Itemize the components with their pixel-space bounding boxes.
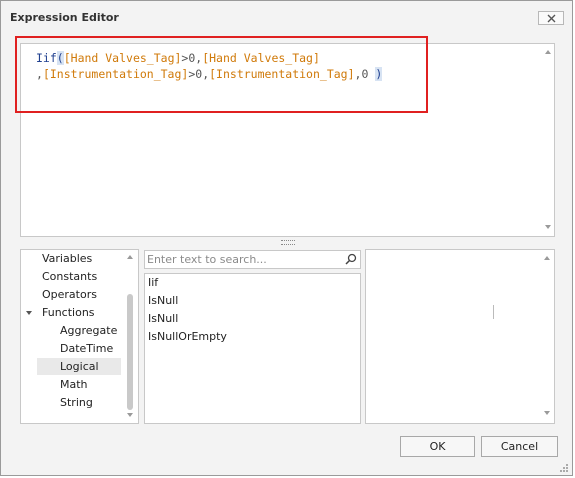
- close-icon: [547, 14, 556, 23]
- tree-item-logical[interactable]: Logical: [60, 360, 99, 373]
- scroll-up-icon[interactable]: [545, 50, 551, 54]
- category-scrollbar[interactable]: [126, 252, 135, 421]
- annotation-highlight-box: [15, 36, 428, 113]
- list-item[interactable]: IsNullOrEmpty: [148, 330, 227, 343]
- search-icon[interactable]: [345, 253, 357, 265]
- scroll-down-icon[interactable]: [127, 413, 133, 417]
- list-item[interactable]: IsNull: [148, 312, 178, 325]
- splitter-handle[interactable]: [281, 240, 295, 245]
- tree-item-operators[interactable]: Operators: [42, 288, 97, 301]
- collapse-arrow-icon[interactable]: [25, 310, 33, 316]
- cancel-button[interactable]: Cancel: [481, 436, 558, 457]
- tree-item-aggregate[interactable]: Aggregate: [60, 324, 117, 337]
- tree-item-math[interactable]: Math: [60, 378, 88, 391]
- close-button[interactable]: [538, 11, 564, 25]
- search-box: [144, 250, 361, 269]
- tree-item-functions[interactable]: Functions: [42, 306, 95, 319]
- ok-button[interactable]: OK: [400, 436, 475, 457]
- title-bar: Expression Editor: [1, 1, 572, 35]
- description-panel: [365, 249, 555, 424]
- tree-item-datetime[interactable]: DateTime: [60, 342, 113, 355]
- tree-item-string[interactable]: String: [60, 396, 93, 409]
- tree-item-constants[interactable]: Constants: [42, 270, 97, 283]
- resize-grip-icon[interactable]: [559, 463, 569, 473]
- tree-item-variables[interactable]: Variables: [42, 252, 92, 265]
- editor-scrollbar[interactable]: [544, 47, 553, 233]
- scroll-down-icon[interactable]: [544, 411, 550, 415]
- scroll-up-icon[interactable]: [127, 255, 133, 259]
- text-cursor-icon: [493, 305, 494, 319]
- description-scrollbar[interactable]: [543, 253, 552, 420]
- scroll-up-icon[interactable]: [544, 256, 550, 260]
- scroll-down-icon[interactable]: [545, 225, 551, 229]
- scroll-thumb[interactable]: [127, 294, 133, 410]
- list-item[interactable]: Iif: [148, 276, 158, 289]
- dialog-title: Expression Editor: [10, 11, 119, 24]
- list-item[interactable]: IsNull: [148, 294, 178, 307]
- expression-editor-dialog: Expression Editor Iif([Hand Valves_Tag]>…: [0, 0, 573, 476]
- search-input[interactable]: [147, 253, 342, 266]
